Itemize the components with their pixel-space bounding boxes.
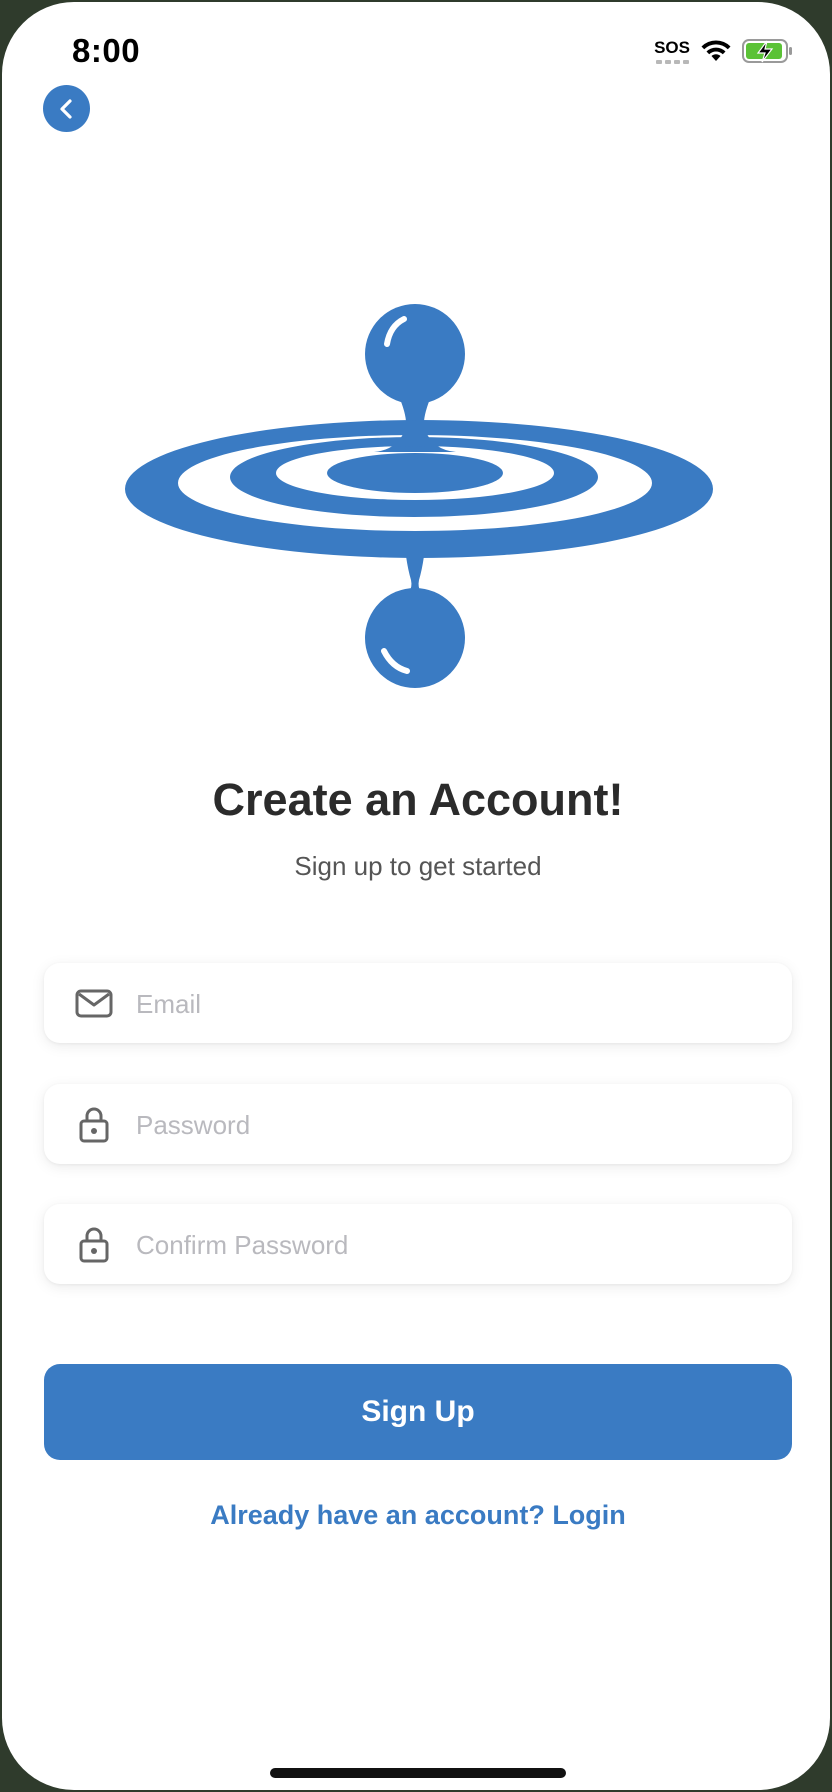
battery-charging-icon <box>742 39 792 63</box>
status-time: 8:00 <box>72 32 141 69</box>
lock-icon <box>79 1107 109 1143</box>
back-button[interactable] <box>43 85 90 132</box>
page-subtitle: Sign up to get started <box>294 851 542 881</box>
login-link[interactable]: Already have an account? Login <box>2 1500 830 1531</box>
password-input[interactable] <box>134 1084 768 1166</box>
email-input[interactable] <box>134 963 768 1045</box>
envelope-icon <box>75 989 113 1018</box>
status-icons: SOS <box>654 38 794 64</box>
water-drop-ripple-logo <box>125 304 713 688</box>
sign-up-button[interactable]: Sign Up <box>44 1364 792 1460</box>
password-field[interactable] <box>44 1084 792 1166</box>
lock-icon <box>79 1227 109 1263</box>
sos-indicator: SOS <box>654 37 690 64</box>
home-indicator <box>270 1768 566 1778</box>
confirm-password-input[interactable] <box>134 1204 768 1286</box>
confirm-password-field[interactable] <box>44 1204 792 1286</box>
chevron-left-icon <box>59 98 72 119</box>
email-field[interactable] <box>44 963 792 1045</box>
app-screen: 8:00 SOS Create an Account! Sign up to g… <box>2 2 830 1790</box>
signal-dots <box>655 59 689 64</box>
page-title: Create an Account! <box>212 774 624 825</box>
wifi-icon <box>701 40 731 61</box>
sos-label: SOS <box>654 37 690 57</box>
